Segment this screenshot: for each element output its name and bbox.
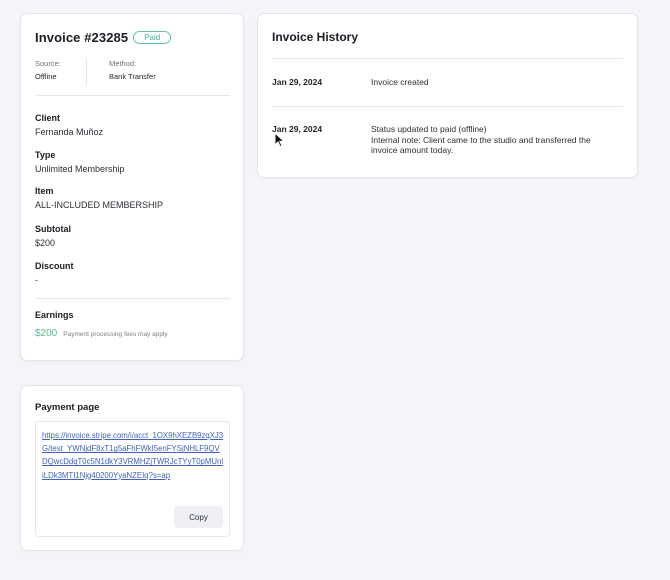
source-label: Source: xyxy=(35,59,61,68)
payment-link-box: https://invoice.stripe.com/i/acct_1OX9hX… xyxy=(35,421,230,537)
history-date: Jan 29, 2024 xyxy=(272,77,323,87)
subtotal-field: Subtotal $200 xyxy=(35,224,71,249)
divider xyxy=(35,298,230,299)
source-method-row: Source: Offline Method: Bank Transfer xyxy=(35,59,231,85)
earnings-note: Payment processing fees may apply xyxy=(63,331,168,338)
copy-button[interactable]: Copy xyxy=(174,506,223,528)
type-value: Unlimited Membership xyxy=(35,164,125,174)
payment-page-title: Payment page xyxy=(35,402,100,413)
field-label: Discount xyxy=(35,261,74,271)
item-field: Item ALL-INCLUDED MEMBERSHIP xyxy=(35,186,163,211)
discount-value: - xyxy=(35,275,38,285)
history-description: Status updated to paid (offline) Interna… xyxy=(371,124,611,156)
earnings-amount: $200 xyxy=(35,328,58,339)
history-line: Status updated to paid (offline) xyxy=(371,124,487,134)
item-value: ALL-INCLUDED MEMBERSHIP xyxy=(35,200,164,210)
history-entry: Jan 29, 2024 Status updated to paid (off… xyxy=(272,106,623,166)
field-label: Item xyxy=(35,186,54,196)
history-title: Invoice History xyxy=(272,30,359,44)
history-note: Internal note: Client came to the studio… xyxy=(371,134,591,156)
earnings-field: Earnings $200 Payment processing fees ma… xyxy=(35,310,168,339)
field-label: Subtotal xyxy=(35,224,71,234)
invoice-header: Invoice #23285 Paid xyxy=(35,30,172,45)
payment-page-card: Payment page https://invoice.stripe.com/… xyxy=(20,385,244,551)
payment-link[interactable]: https://invoice.stripe.com/i/acct_1OX9hX… xyxy=(42,429,224,482)
history-description: Invoice created xyxy=(371,77,611,88)
method-label: Method: xyxy=(109,59,137,68)
earnings-label: Earnings xyxy=(35,310,74,320)
field-label: Client xyxy=(35,113,61,123)
client-field: Client Fernanda Muñoz xyxy=(35,113,103,138)
status-badge: Paid xyxy=(133,31,172,44)
method-info: Method: Bank Transfer xyxy=(109,59,156,82)
method-value: Bank Transfer xyxy=(109,72,156,81)
invoice-details-card: Invoice #23285 Paid Source: Offline Meth… xyxy=(20,13,244,361)
field-label: Type xyxy=(35,150,56,160)
client-value: Fernanda Muñoz xyxy=(35,127,104,137)
invoice-title: Invoice #23285 xyxy=(35,30,129,45)
subtotal-value: $200 xyxy=(35,238,56,248)
discount-field: Discount - xyxy=(35,261,74,286)
history-line: Invoice created xyxy=(371,77,429,87)
earnings-row: $200 Payment processing fees may apply xyxy=(35,328,168,339)
divider xyxy=(35,95,230,96)
vertical-divider xyxy=(86,59,87,85)
history-entry: Jan 29, 2024 Invoice created xyxy=(272,58,623,106)
history-date: Jan 29, 2024 xyxy=(272,124,323,134)
source-value: Offline xyxy=(35,72,57,81)
invoice-history-card: Invoice History Jan 29, 2024 Invoice cre… xyxy=(257,13,638,178)
type-field: Type Unlimited Membership xyxy=(35,150,125,175)
source-info: Source: Offline xyxy=(35,59,61,82)
